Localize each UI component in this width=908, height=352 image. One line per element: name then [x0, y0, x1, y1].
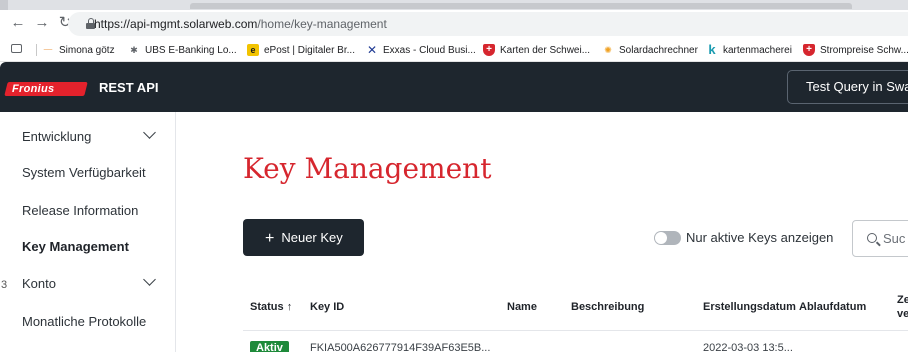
bookmark-kartenmacherei[interactable]: k kartenmacherei	[706, 42, 792, 58]
column-header-beschreibung[interactable]: Beschreibung	[571, 301, 644, 313]
address-bar-row: ← → ↻ https://api-mgmt.solarweb.com/home…	[0, 10, 908, 38]
test-query-swagger-button[interactable]: Test Query in Swa	[787, 70, 908, 104]
bookmark-label: Strompreise Schw...	[820, 44, 908, 56]
column-header-erstellungsdatum[interactable]: Erstellungsdatum	[703, 301, 796, 313]
app-header: Fronius REST API Test Query in Swa	[0, 62, 908, 112]
address-bar[interactable]: https://api-mgmt.solarweb.com/home/key-m…	[68, 12, 908, 36]
column-header-truncated-line2: ve	[897, 308, 908, 320]
url-path: /home/key-management	[257, 17, 387, 31]
bookmark-favicon-simona: ──	[43, 47, 53, 53]
page-title: Key Management	[243, 152, 492, 185]
bookmark-exxas[interactable]: ✕ Exxas - Cloud Busi...	[366, 42, 476, 58]
active-tab-strip[interactable]	[190, 3, 852, 9]
search-placeholder: Suc	[883, 231, 906, 246]
swiss-shield-icon: +	[803, 44, 815, 56]
bookmark-ubs[interactable]: ✱ UBS E-Banking Lo...	[128, 42, 237, 58]
sort-ascending-icon[interactable]: ↑	[287, 301, 293, 313]
sidebar-item-konto[interactable]: Konto	[22, 276, 56, 291]
column-header-name[interactable]: Name	[507, 301, 537, 313]
bookmark-karten-schweiz[interactable]: + Karten der Schwei...	[483, 42, 590, 58]
status-badge: Aktiv	[250, 341, 289, 352]
tab-edge	[0, 0, 8, 10]
chevron-down-icon[interactable]	[143, 273, 156, 286]
table-cell-key-id[interactable]: FKIA500A626777914F39AF63E5B...	[310, 342, 490, 352]
search-input[interactable]: Suc	[852, 220, 908, 257]
bookmark-label: UBS E-Banking Lo...	[145, 44, 237, 56]
new-key-label: Neuer Key	[281, 230, 343, 245]
logo-text: Fronius	[12, 83, 55, 95]
kartenmacherei-k-icon: k	[708, 42, 716, 57]
toggle-knob	[655, 232, 667, 244]
epost-icon: e	[247, 44, 259, 56]
sidebar-item-entwicklung[interactable]: Entwicklung	[22, 129, 91, 144]
exxas-x-icon: ✕	[366, 43, 378, 57]
new-key-button[interactable]: + Neuer Key	[243, 219, 364, 256]
column-header-truncated[interactable]: Ze ve	[897, 293, 908, 321]
bookmark-label: kartenmacherei	[723, 44, 792, 56]
url-text[interactable]: https://api-mgmt.solarweb.com/home/key-m…	[94, 17, 387, 31]
swiss-shield-icon: +	[483, 44, 495, 56]
bookmark-simona-gotz[interactable]: ── Simona götz	[42, 42, 115, 58]
ubs-keys-icon: ✱	[130, 45, 138, 55]
plus-icon: +	[265, 230, 275, 247]
bookmark-label: Simona götz	[59, 44, 115, 56]
url-host: https://api-mgmt.solarweb.com	[94, 17, 258, 31]
active-keys-toggle-label[interactable]: Nur aktive Keys anzeigen	[686, 230, 833, 245]
bookmark-label: Solardachrechner	[619, 44, 698, 56]
table-cell-created: 2022-03-03 13:5...	[703, 342, 793, 352]
fronius-logo[interactable]: Fronius	[4, 82, 88, 96]
sidebar-item-system-verfugbarkeit[interactable]: System Verfügbarkeit	[22, 165, 146, 180]
bookmarks-separator	[36, 44, 37, 56]
sidebar-item-key-management[interactable]: Key Management	[22, 239, 129, 254]
back-arrow-icon[interactable]: ←	[8, 13, 28, 33]
window-edge-letter: 3	[1, 279, 8, 291]
apps-grid-icon[interactable]	[11, 44, 22, 53]
bookmark-epost[interactable]: e ePost | Digitaler Br...	[247, 42, 355, 58]
chevron-down-icon[interactable]	[143, 126, 156, 139]
bookmark-label: Karten der Schwei...	[500, 44, 591, 56]
search-icon	[867, 233, 877, 243]
column-header-ablaufdatum[interactable]: Ablaufdatum	[799, 301, 866, 313]
solar-icon: ✺	[604, 45, 612, 55]
column-header-status[interactable]: Status ↑	[250, 301, 292, 313]
sidebar-item-monatliche-protokolle[interactable]: Monatliche Protokolle	[22, 314, 146, 329]
column-header-key-id[interactable]: Key ID	[310, 301, 344, 313]
bookmark-label: Exxas - Cloud Busi...	[383, 44, 476, 56]
column-header-status-label: Status	[250, 301, 284, 313]
bookmarks-bar: ── Simona götz ✱ UBS E-Banking Lo... e e…	[0, 38, 908, 62]
app-title: REST API	[99, 80, 159, 95]
browser-tab-strip	[0, 0, 908, 10]
sidebar-item-release-information[interactable]: Release Information	[22, 203, 138, 218]
table-header-divider	[243, 330, 908, 331]
bookmark-label: ePost | Digitaler Br...	[264, 44, 355, 56]
forward-arrow-icon[interactable]: →	[32, 13, 52, 33]
sidebar-nav: Entwicklung System Verfügbarkeit Release…	[8, 112, 176, 352]
column-header-truncated-line1: Ze	[897, 294, 908, 306]
active-keys-toggle[interactable]	[654, 231, 681, 245]
bookmark-strompreise[interactable]: + Strompreise Schw...	[803, 42, 908, 58]
bookmark-solardachrechner[interactable]: ✺ Solardachrechner	[602, 42, 698, 58]
